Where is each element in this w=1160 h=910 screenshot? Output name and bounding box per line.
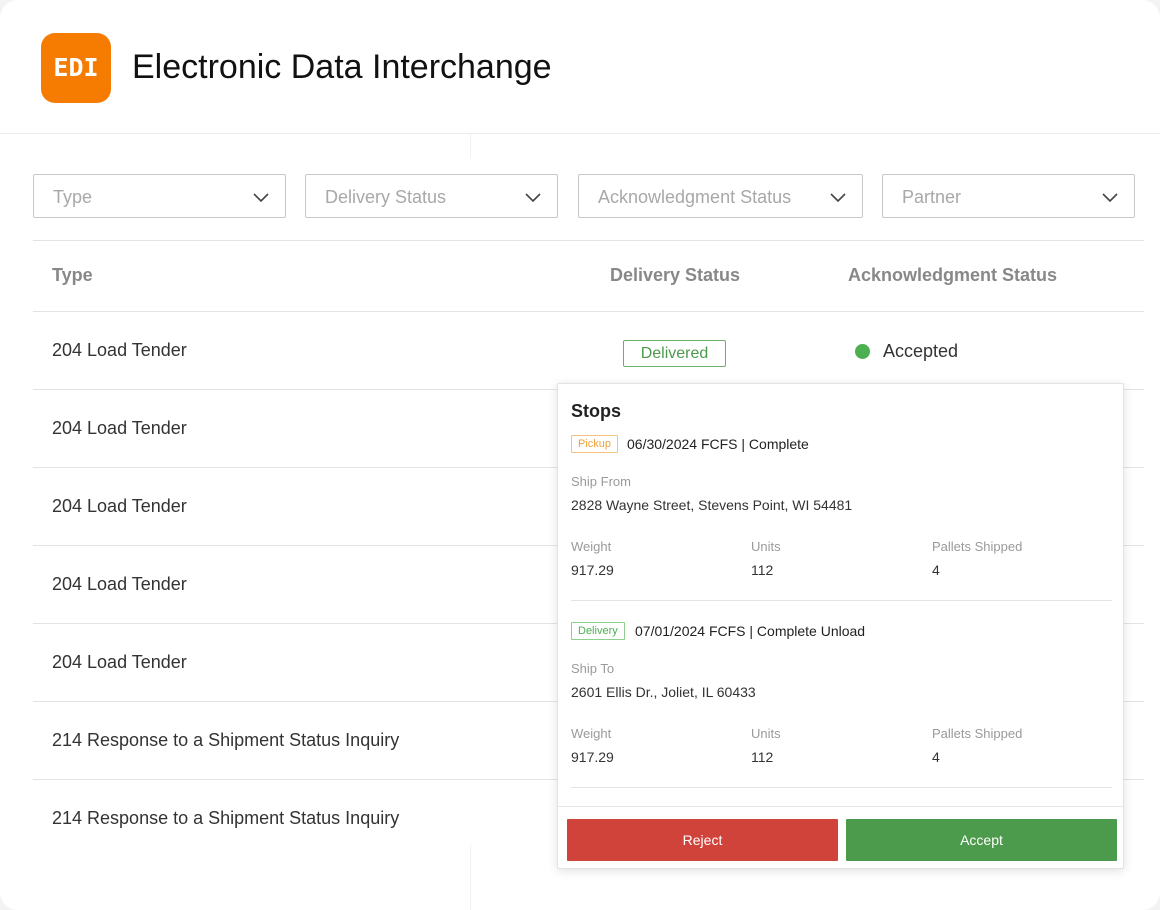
app-header: EDI Electronic Data Interchange bbox=[0, 0, 1160, 134]
weight-label: Weight bbox=[571, 726, 612, 741]
stops-popover: Stops Pickup 06/30/2024 FCFS | Complete … bbox=[557, 383, 1124, 869]
table-row[interactable]: 204 Load Tender Delivered Accepted bbox=[33, 312, 1144, 390]
units-label: Units bbox=[751, 726, 781, 741]
page-title: Electronic Data Interchange bbox=[132, 48, 552, 86]
ship-from-label: Ship From bbox=[571, 474, 631, 489]
weight-label: Weight bbox=[571, 539, 612, 554]
delivery-status-badge: Delivered bbox=[623, 340, 726, 367]
status-dot-icon bbox=[855, 344, 870, 359]
pallets-shipped-value: 4 bbox=[932, 562, 940, 578]
acknowledgment-status-filter-placeholder: Acknowledgment Status bbox=[598, 187, 792, 207]
acknowledgment-status-text: Accepted bbox=[883, 341, 959, 361]
partner-filter-placeholder: Partner bbox=[902, 187, 962, 207]
weight-value: 917.29 bbox=[571, 562, 614, 578]
column-header-delivery-status[interactable]: Delivery Status bbox=[610, 265, 740, 286]
pallets-shipped-label: Pallets Shipped bbox=[932, 539, 1023, 554]
pickup-tag: Pickup bbox=[571, 435, 619, 453]
app-window: EDI Electronic Data Interchange Type Del… bbox=[0, 0, 1160, 910]
divider bbox=[571, 787, 1112, 788]
ship-to-label: Ship To bbox=[571, 661, 615, 676]
acknowledgment-status-filter-select[interactable]: Acknowledgment Status bbox=[578, 174, 863, 218]
units-value: 112 bbox=[751, 749, 774, 765]
partner-filter-select[interactable]: Partner bbox=[882, 174, 1135, 218]
row-type: 214 Response to a Shipment Status Inquir… bbox=[52, 730, 400, 750]
popover-title: Stops bbox=[571, 401, 622, 421]
popover-footer-divider bbox=[558, 806, 1123, 807]
chevron-down-icon bbox=[525, 193, 541, 203]
chevron-down-icon bbox=[253, 193, 269, 203]
ship-from-address: 2828 Wayne Street, Stevens Point, WI 544… bbox=[571, 497, 853, 513]
type-filter-placeholder: Type bbox=[53, 187, 93, 207]
column-header-acknowledgment-status[interactable]: Acknowledgment Status bbox=[848, 265, 1057, 286]
type-filter-select[interactable]: Type bbox=[33, 174, 286, 218]
chevron-down-icon bbox=[1102, 193, 1118, 203]
pallets-shipped-value: 4 bbox=[932, 749, 940, 765]
row-type: 214 Response to a Shipment Status Inquir… bbox=[52, 808, 400, 828]
delivery-tag: Delivery bbox=[571, 622, 625, 640]
chevron-down-icon bbox=[830, 193, 846, 203]
row-type: 204 Load Tender bbox=[52, 418, 187, 438]
delivery-status-filter-select[interactable]: Delivery Status bbox=[305, 174, 558, 218]
row-type: 204 Load Tender bbox=[52, 574, 187, 594]
units-label: Units bbox=[751, 539, 781, 554]
row-type: 204 Load Tender bbox=[52, 340, 187, 360]
table-header: Type Delivery Status Acknowledgment Stat… bbox=[33, 240, 1144, 312]
delivery-status-filter-placeholder: Delivery Status bbox=[325, 187, 447, 207]
units-value: 112 bbox=[751, 562, 774, 578]
stop-date: 06/30/2024 FCFS | Complete bbox=[627, 436, 809, 452]
divider bbox=[571, 600, 1112, 601]
reject-button[interactable]: Reject bbox=[567, 819, 838, 861]
row-type: 204 Load Tender bbox=[52, 496, 187, 516]
accept-button[interactable]: Accept bbox=[846, 819, 1117, 861]
ship-to-address: 2601 Ellis Dr., Joliet, IL 60433 bbox=[571, 684, 756, 700]
row-type: 204 Load Tender bbox=[52, 652, 187, 672]
column-header-type[interactable]: Type bbox=[52, 265, 93, 286]
weight-value: 917.29 bbox=[571, 749, 614, 765]
pallets-shipped-label: Pallets Shipped bbox=[932, 726, 1023, 741]
stop-date: 07/01/2024 FCFS | Complete Unload bbox=[635, 623, 866, 639]
divider bbox=[470, 134, 471, 158]
app-logo: EDI bbox=[41, 33, 111, 103]
